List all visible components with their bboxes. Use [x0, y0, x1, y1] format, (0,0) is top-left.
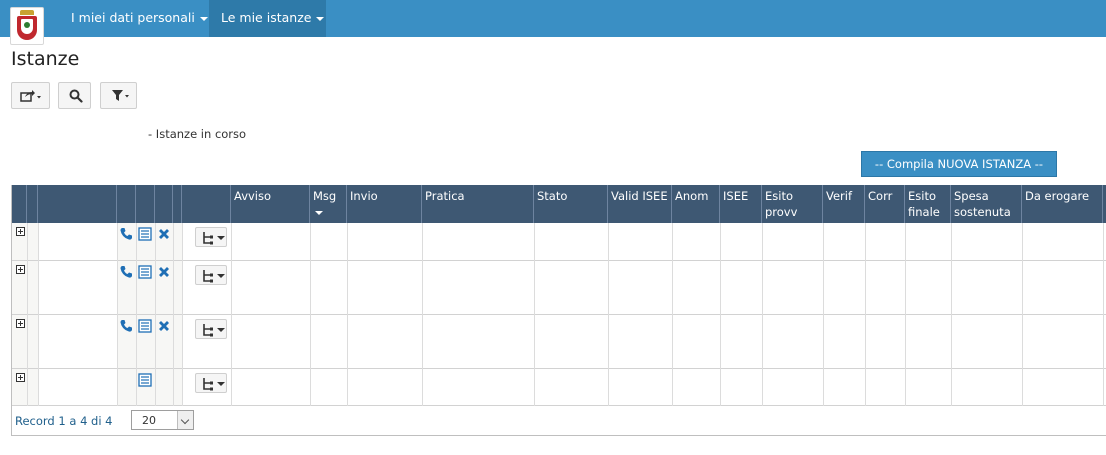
- page-size-value: 20: [142, 414, 156, 427]
- nav-item-label: I miei dati personali: [71, 10, 195, 25]
- column-header-valid-isee[interactable]: Valid ISEE: [608, 185, 672, 223]
- column-header: [173, 185, 182, 223]
- table-row[interactable]: [12, 223, 1106, 261]
- column-header-verif[interactable]: Verif: [823, 185, 865, 223]
- table-row[interactable]: [12, 369, 1106, 406]
- column-header: [136, 185, 155, 223]
- nav-item-label: Le mie istanze: [221, 10, 312, 25]
- page-size-select[interactable]: 20: [131, 410, 194, 430]
- detail-list-icon[interactable]: [138, 265, 152, 279]
- applications-table: Avviso Msg Invio Pratica Stato Valid ISE…: [11, 185, 1106, 436]
- row-actions-button[interactable]: [195, 319, 227, 339]
- expand-row-icon[interactable]: [16, 373, 25, 382]
- chevron-down-icon: [217, 236, 225, 240]
- region-logo[interactable]: [10, 7, 44, 45]
- search-icon: [69, 89, 83, 103]
- column-header-corr[interactable]: Corr: [865, 185, 905, 223]
- filter-button[interactable]: [100, 82, 137, 109]
- column-header: [12, 185, 27, 223]
- column-header-anom[interactable]: Anom: [672, 185, 720, 223]
- column-header: [27, 185, 38, 223]
- column-header-msg[interactable]: Msg: [310, 185, 347, 223]
- logo-crown: [20, 10, 34, 15]
- phone-icon[interactable]: [119, 227, 133, 241]
- column-header-avviso[interactable]: Avviso: [231, 185, 310, 223]
- column-header-invio[interactable]: Invio: [347, 185, 422, 223]
- nav-item-personal-data[interactable]: I miei dati personali: [59, 0, 220, 37]
- column-header-spesa-sostenuta[interactable]: Spesa sostenuta: [951, 185, 1022, 223]
- section-label: - Istanze in corso: [148, 127, 247, 141]
- delete-icon[interactable]: [157, 319, 171, 333]
- row-actions-button[interactable]: [195, 227, 227, 247]
- logo-shield: [17, 16, 37, 40]
- delete-icon[interactable]: [157, 265, 171, 279]
- column-header-pratica[interactable]: Pratica: [422, 185, 534, 223]
- chevron-down-icon: [316, 16, 325, 21]
- chevron-down-icon: [199, 16, 208, 21]
- chevron-down-icon: [315, 210, 323, 215]
- hierarchy-icon: [203, 324, 213, 337]
- chevron-down-icon: [217, 274, 225, 278]
- phone-icon[interactable]: [119, 265, 133, 279]
- record-count: Record 1 a 4 di 4: [15, 414, 113, 428]
- export-icon: [20, 90, 41, 102]
- column-header-da-erogare[interactable]: Da erogare: [1022, 185, 1103, 223]
- detail-list-icon[interactable]: [138, 373, 152, 387]
- page-title: Istanze: [11, 48, 80, 70]
- expand-row-icon[interactable]: [16, 227, 25, 236]
- nav-item-my-applications[interactable]: Le mie istanze: [209, 0, 326, 37]
- column-header-esito-provv[interactable]: Esito provv: [762, 185, 823, 223]
- column-header-stato[interactable]: Stato: [534, 185, 608, 223]
- chevron-down-icon: [177, 411, 193, 429]
- column-header-isee[interactable]: ISEE: [720, 185, 762, 223]
- table-pager: Record 1 a 4 di 4 20: [12, 406, 1106, 435]
- search-button[interactable]: [58, 82, 91, 109]
- table-header: Avviso Msg Invio Pratica Stato Valid ISE…: [12, 185, 1106, 223]
- phone-icon[interactable]: [119, 319, 133, 333]
- delete-icon[interactable]: [157, 227, 171, 241]
- hierarchy-icon: [203, 232, 213, 245]
- column-header: [182, 185, 231, 223]
- row-actions-button[interactable]: [195, 373, 227, 393]
- column-header-esito-finale[interactable]: Esito finale: [905, 185, 951, 223]
- table-row[interactable]: [12, 261, 1106, 315]
- new-application-button[interactable]: -- Compila NUOVA ISTANZA --: [861, 151, 1057, 177]
- column-header: [155, 185, 173, 223]
- expand-row-icon[interactable]: [16, 265, 25, 274]
- hierarchy-icon: [203, 378, 213, 391]
- row-actions-button[interactable]: [195, 265, 227, 285]
- chevron-down-icon: [217, 328, 225, 332]
- column-header: [38, 185, 117, 223]
- hierarchy-icon: [203, 270, 213, 283]
- detail-list-icon[interactable]: [138, 319, 152, 333]
- expand-row-icon[interactable]: [16, 319, 25, 328]
- export-button[interactable]: [11, 82, 50, 109]
- table-row[interactable]: [12, 315, 1106, 369]
- detail-list-icon[interactable]: [138, 227, 152, 241]
- column-header: [117, 185, 136, 223]
- filter-icon: [112, 90, 129, 101]
- top-navbar: I miei dati personali Le mie istanze: [0, 0, 1106, 45]
- chevron-down-icon: [217, 382, 225, 386]
